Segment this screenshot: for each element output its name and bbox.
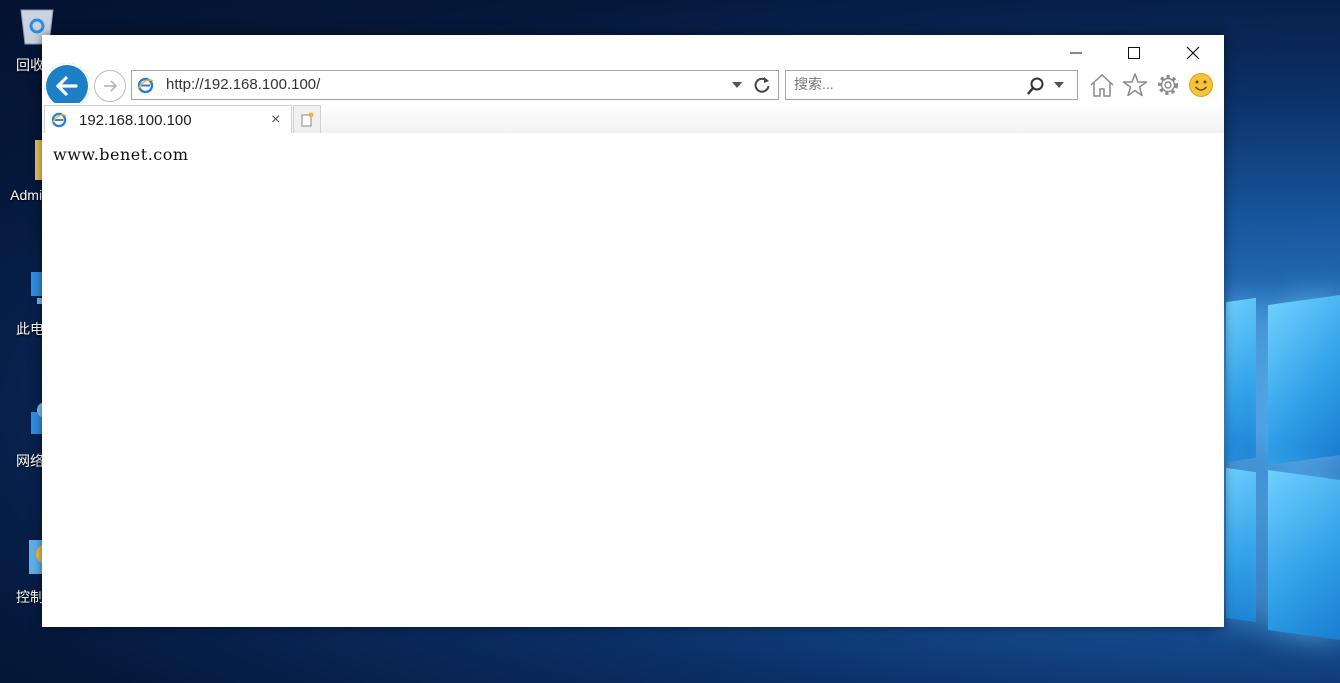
address-bar[interactable]: http://192.168.100.100/: [131, 70, 779, 100]
windows-logo-pane: [1226, 467, 1256, 623]
title-bar[interactable]: [42, 35, 1224, 71]
chevron-down-icon[interactable]: [732, 82, 742, 88]
address-text[interactable]: http://192.168.100.100/: [166, 76, 320, 93]
chevron-down-icon[interactable]: [1054, 82, 1064, 88]
new-tab-button[interactable]: [293, 105, 321, 134]
minimize-icon: [1070, 52, 1082, 54]
search-icon[interactable]: [1026, 76, 1046, 96]
close-button[interactable]: [1164, 35, 1222, 71]
ie-logo-icon: [51, 112, 67, 128]
gear-icon[interactable]: [1155, 72, 1181, 98]
page-content: www.benet.com: [42, 133, 1224, 627]
star-icon[interactable]: [1122, 72, 1148, 98]
tab-strip: 192.168.100.100 ×: [42, 103, 1224, 134]
home-icon[interactable]: [1089, 72, 1115, 98]
windows-logo-pane: [1268, 469, 1340, 641]
refresh-icon[interactable]: [752, 75, 772, 95]
maximize-button[interactable]: [1105, 35, 1163, 71]
maximize-icon: [1128, 47, 1140, 59]
browser-window: http://192.168.100.100/ 搜索... 192.168.10…: [42, 35, 1224, 627]
windows-logo-pane: [1268, 294, 1340, 466]
windows-logo-pane: [1226, 297, 1256, 463]
new-tab-icon: [301, 112, 314, 127]
search-box[interactable]: [785, 70, 1078, 100]
back-arrow-icon: [56, 76, 78, 96]
minimize-button[interactable]: [1047, 35, 1105, 71]
tab-close-button[interactable]: ×: [271, 112, 280, 128]
close-icon: [1186, 46, 1200, 60]
tab-active[interactable]: 192.168.100.100 ×: [44, 105, 292, 134]
forward-button[interactable]: [94, 70, 126, 102]
tab-title: 192.168.100.100: [79, 112, 192, 129]
ie-logo-icon: [137, 77, 154, 94]
search-input[interactable]: [794, 76, 1014, 92]
page-body-text: www.benet.com: [53, 145, 189, 164]
forward-arrow-icon: [104, 80, 118, 92]
smiley-icon[interactable]: [1188, 72, 1214, 98]
